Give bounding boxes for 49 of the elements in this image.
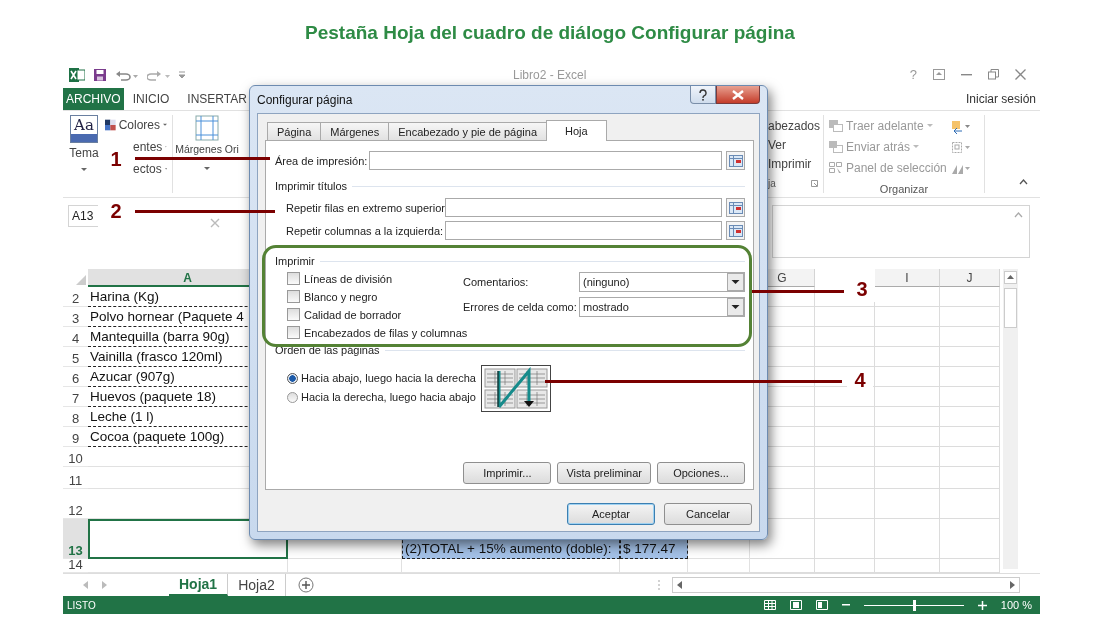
window-title: Libro2 - Excel bbox=[513, 67, 587, 82]
margins-button[interactable]: Márgenes Ori bbox=[175, 114, 239, 155]
field-label: Área de impresión: bbox=[275, 154, 365, 167]
radio-option[interactable]: Hacia la derecha, luego hacia abajo bbox=[287, 391, 476, 403]
column-header[interactable]: I bbox=[875, 269, 940, 288]
dropdown[interactable]: mostrado bbox=[579, 297, 745, 317]
checkbox-option[interactable]: Líneas de división bbox=[287, 272, 393, 285]
theme-menu-button[interactable]: entes bbox=[133, 138, 167, 155]
group-label: ja bbox=[768, 177, 776, 189]
page-heading: Pestaña Hoja del cuadro de diálogo Configurar página bbox=[304, 21, 796, 45]
sign-in-link[interactable]: Iniciar sesión bbox=[965, 91, 1040, 106]
theme-menu-button[interactable]: ectos bbox=[133, 160, 167, 177]
dialog-button[interactable]: Opciones... bbox=[657, 462, 745, 484]
dropdown[interactable]: (ninguno) bbox=[579, 272, 745, 292]
sheet-option-label[interactable]: Ver bbox=[768, 137, 818, 152]
sheet-option-label[interactable]: abezados bbox=[768, 118, 818, 133]
row-number[interactable]: 13 bbox=[63, 519, 88, 560]
column-header[interactable]: J bbox=[940, 269, 1000, 288]
section-heading: Imprimir títulos bbox=[275, 180, 348, 192]
dialog-tab[interactable]: Encabezado y pie de página bbox=[388, 122, 548, 140]
dialog-title: Configurar página bbox=[257, 93, 353, 107]
status-text: LISTO bbox=[67, 599, 96, 611]
theme-icon: Aa bbox=[70, 114, 98, 143]
group-label: Organizar bbox=[878, 182, 930, 195]
name-box[interactable]: A13 bbox=[68, 204, 98, 227]
ribbon-tab[interactable]: INSERTAR bbox=[178, 87, 256, 110]
section-heading: Imprimir bbox=[275, 255, 315, 267]
ribbon-tab[interactable]: INICIO bbox=[123, 87, 179, 110]
field-label: Errores de celda como: bbox=[463, 301, 578, 313]
cancel-button[interactable]: Cancelar bbox=[664, 503, 752, 525]
field-label: Repetir columnas a la izquierda: bbox=[286, 224, 441, 237]
dialog-tab[interactable]: Hoja bbox=[546, 120, 607, 141]
theme-menu-button[interactable]: Colores bbox=[105, 116, 167, 133]
dialog-tab[interactable]: Márgenes bbox=[320, 122, 390, 140]
sheet-tab[interactable]: Hoja1 bbox=[169, 574, 229, 597]
dialog-button[interactable]: Vista preliminar bbox=[557, 462, 651, 484]
radio-option[interactable]: Hacia abajo, luego hacia la derecha bbox=[287, 372, 476, 384]
field-label: Comentarios: bbox=[463, 276, 530, 288]
themes-button[interactable]: Aa Tema bbox=[69, 114, 99, 160]
checkbox-option[interactable]: Calidad de borrador bbox=[287, 308, 402, 321]
dialog-tab[interactable]: Página bbox=[267, 122, 322, 140]
file-tab[interactable]: ARCHIVO bbox=[63, 87, 124, 110]
ok-button[interactable]: Aceptar bbox=[567, 503, 655, 525]
zoom-level-text[interactable]: 100 % bbox=[1000, 599, 1036, 612]
dialog-button[interactable]: Imprimir... bbox=[463, 462, 552, 484]
sheet-option-label[interactable]: Imprimir bbox=[768, 156, 818, 171]
checkbox-option[interactable]: Blanco y negro bbox=[287, 290, 378, 303]
row-number[interactable]: 14 bbox=[63, 559, 88, 574]
checkbox-option[interactable]: Encabezados de filas y columnas bbox=[287, 326, 468, 339]
